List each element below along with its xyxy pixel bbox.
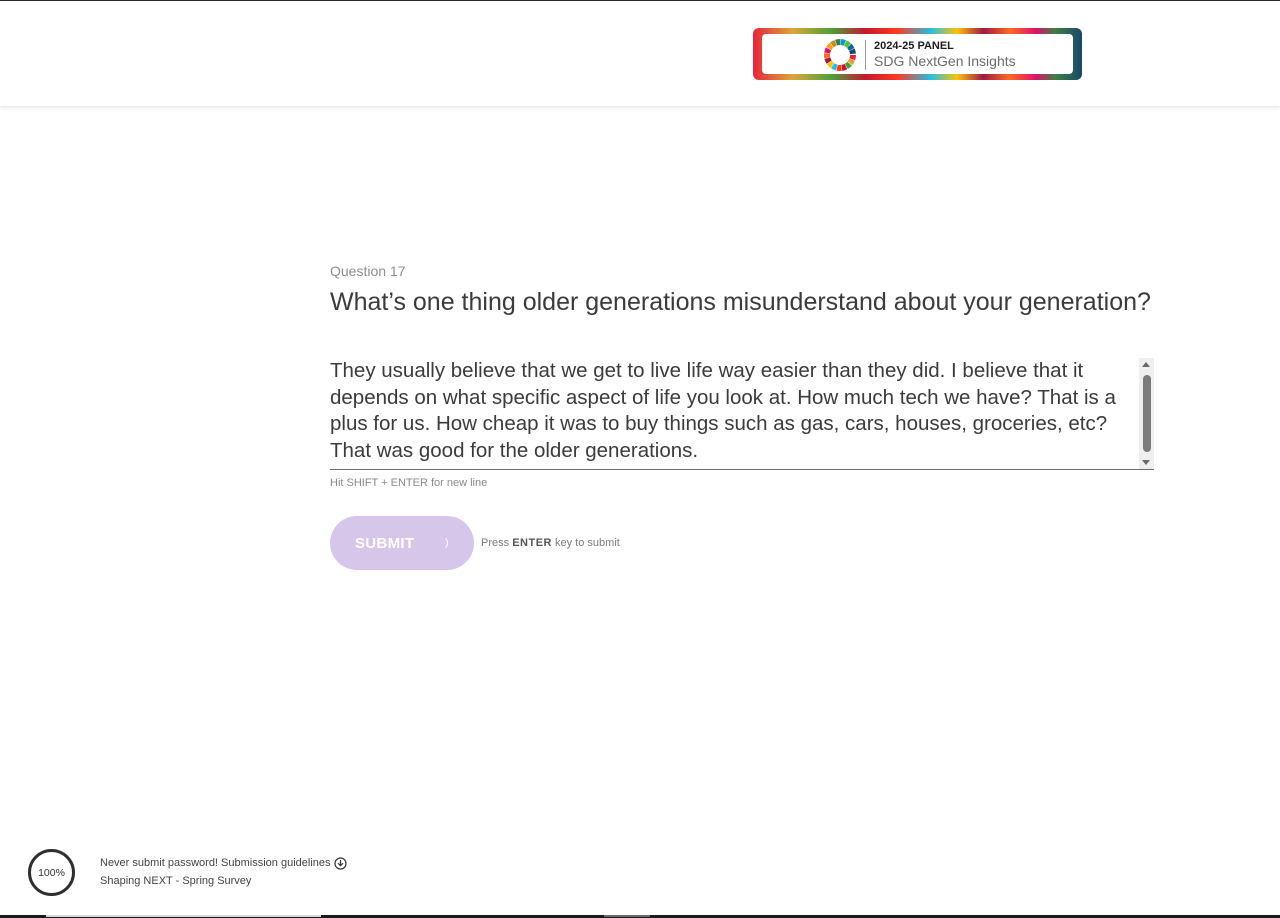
submit-button-label: SUBMIT <box>355 534 415 552</box>
enter-key-hint: Press ENTER key to submit <box>481 537 620 549</box>
enter-hint-key: ENTER <box>512 537 552 549</box>
enter-hint-suffix: key to submit <box>551 537 620 549</box>
logo-line1: 2024-25 PANEL <box>874 40 954 52</box>
download-circle-icon[interactable] <box>334 857 347 870</box>
new-line-hint: Hit SHIFT + ENTER for new line <box>330 477 488 489</box>
scroll-thumb[interactable] <box>1143 375 1151 452</box>
answer-field-container: They usually believe that we get to live… <box>330 357 1154 470</box>
logo-divider <box>865 40 866 70</box>
logo-year: 2024-25 <box>874 40 918 52</box>
survey-name: Shaping NEXT - Spring Survey <box>100 875 252 887</box>
question-title: What’s one thing older generations misun… <box>330 288 1151 316</box>
sdg-wheel-icon <box>824 39 856 71</box>
loading-spinner-icon <box>434 536 448 550</box>
logo-panel-word: PANEL <box>917 40 954 52</box>
answer-scrollbar[interactable] <box>1139 358 1154 469</box>
submission-guidelines-link[interactable]: Never submit password! Submission guidel… <box>100 857 331 869</box>
panel-logo-inner: 2024-25 PANEL SDG NextGen Insights <box>762 34 1073 74</box>
scroll-up-icon[interactable] <box>1142 362 1150 367</box>
progress-value: 100% <box>38 866 65 879</box>
question-number: Question 17 <box>330 263 406 279</box>
panel-logo: 2024-25 PANEL SDG NextGen Insights <box>753 28 1082 80</box>
scroll-down-icon[interactable] <box>1142 460 1150 465</box>
logo-line2: SDG NextGen Insights <box>874 53 1016 69</box>
bottom-bar-segment <box>604 915 650 917</box>
header: 2024-25 PANEL SDG NextGen Insights <box>0 1 1280 107</box>
submit-button[interactable]: SUBMIT <box>330 516 474 570</box>
progress-indicator: 100% <box>28 849 75 896</box>
answer-textarea[interactable]: They usually believe that we get to live… <box>330 357 1136 469</box>
bottom-bar-segment <box>46 915 321 917</box>
enter-hint-prefix: Press <box>481 537 513 549</box>
